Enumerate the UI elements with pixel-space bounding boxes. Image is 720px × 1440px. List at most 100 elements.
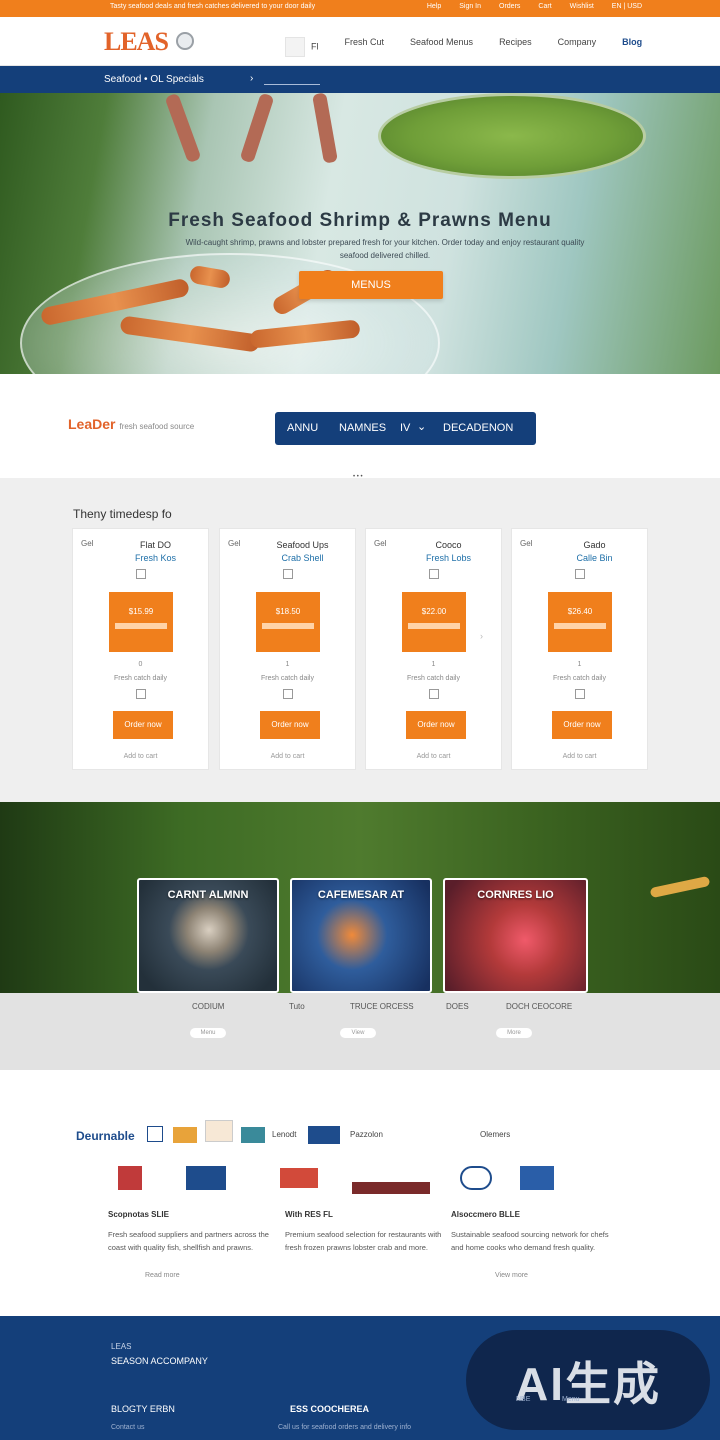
card-checkbox[interactable] <box>575 689 585 699</box>
card-note: 1 <box>431 661 436 668</box>
card-note: Fresh catch daily <box>114 675 167 682</box>
partner-column-body: Premium seafood selection for restaurant… <box>285 1230 442 1252</box>
partners-title: Deurnable <box>76 1129 135 1143</box>
hero-menus-button[interactable]: MENUS <box>299 271 443 299</box>
gallery-pill[interactable]: Menu <box>190 1028 226 1038</box>
card-checkbox[interactable] <box>283 689 293 699</box>
card-checkbox[interactable] <box>429 569 439 579</box>
order-button[interactable]: Order now <box>260 711 320 739</box>
partner-logo-text[interactable]: Olemers <box>480 1130 510 1139</box>
order-button[interactable]: Order now <box>113 711 173 739</box>
nav-search[interactable]: Fl <box>285 37 319 57</box>
nav-item-blog[interactable]: Blog <box>622 37 642 57</box>
gallery-pill[interactable]: View <box>340 1028 376 1038</box>
card-name: Flat DO Fresh Kos <box>73 539 208 565</box>
gallery-tile[interactable]: CARNT ALMNN <box>137 878 279 993</box>
product-card[interactable]: Gel Seafood Ups Crab Shell $18.50 1 Fresh… <box>219 528 356 770</box>
card-checkbox[interactable] <box>575 569 585 579</box>
brand-label: LeaDer fresh seafood source <box>68 416 194 432</box>
watermark-small-text: NBE <box>516 1396 531 1403</box>
card-footer-link[interactable]: Add to cart <box>512 753 647 760</box>
nav-item-seafood-menus[interactable]: Seafood Menus <box>410 37 473 57</box>
partner-logo-text[interactable]: Lenodt <box>272 1130 296 1139</box>
top-link-signin[interactable]: Sign In <box>459 3 481 10</box>
hero-title: Fresh Seafood Shrimp & Prawns Menu <box>168 210 552 231</box>
gallery-tile-title: CORNRES LIO <box>477 889 554 901</box>
gallery-caption: Tuto <box>289 1002 305 1011</box>
hero-bowl-image <box>378 93 646 179</box>
card-checkbox[interactable] <box>283 569 293 579</box>
filter-item-decadenon[interactable]: DECADENON <box>443 422 513 434</box>
partner-logo[interactable] <box>280 1168 318 1188</box>
product-card[interactable]: Gel Gado Calle Bin $26.40 1 Fresh catch d… <box>511 528 648 770</box>
card-price-block: $18.50 <box>256 592 320 652</box>
nav-item-fresh-cut[interactable]: Fresh Cut <box>345 37 385 57</box>
partner-logo[interactable] <box>352 1182 430 1194</box>
partner-logo-text[interactable]: Pazzolon <box>350 1130 383 1139</box>
gallery-tile[interactable]: CAFEMESAR AT <box>290 878 432 993</box>
partner-logo[interactable] <box>118 1166 142 1190</box>
gallery-pill[interactable]: More <box>496 1028 532 1038</box>
card-footer-link[interactable]: Add to cart <box>220 753 355 760</box>
partner-logo[interactable] <box>460 1166 492 1190</box>
filter-item-iv[interactable]: IV <box>400 422 410 434</box>
order-button[interactable]: Order now <box>552 711 612 739</box>
carousel-next-icon[interactable]: › <box>480 631 483 641</box>
footer-link[interactable]: BLOGTY ERBN <box>111 1404 175 1414</box>
card-price-bar <box>408 623 460 629</box>
footer-contact-link[interactable]: Contact us <box>111 1424 144 1431</box>
top-link-cart[interactable]: Cart <box>538 3 551 10</box>
partner-logo[interactable] <box>241 1127 265 1143</box>
card-name-highlight: Crab Shell <box>281 553 324 563</box>
partner-logo[interactable] <box>173 1127 197 1143</box>
logo-badge-icon <box>176 32 194 50</box>
nav-item-recipes[interactable]: Recipes <box>499 37 532 57</box>
partner-logo[interactable] <box>308 1126 340 1144</box>
announcement-bar: Tasty seafood deals and fresh catches de… <box>0 0 720 17</box>
search-box-icon <box>285 37 305 57</box>
chevron-down-icon[interactable]: ⌄ <box>417 420 426 433</box>
filter-item-annu[interactable]: ANNU <box>287 422 318 434</box>
card-price-block: $26.40 <box>548 592 612 652</box>
card-footer-link[interactable]: Add to cart <box>73 753 208 760</box>
card-price-block: $22.00 <box>402 592 466 652</box>
partner-logo[interactable] <box>520 1166 554 1190</box>
card-note: 1 <box>285 661 290 668</box>
order-button[interactable]: Order now <box>406 711 466 739</box>
gallery-caption: DOCH CEOCORE <box>506 1002 573 1011</box>
footer-link[interactable]: ESS COOCHEREA <box>290 1404 369 1414</box>
view-more-link[interactable]: View more <box>495 1272 528 1279</box>
product-card[interactable]: Gel Flat DO Fresh Kos $15.99 0 Fresh catc… <box>72 528 209 770</box>
card-checkbox[interactable] <box>136 689 146 699</box>
partner-logo[interactable] <box>205 1120 233 1142</box>
card-note: 1 <box>577 661 582 668</box>
partner-logo[interactable] <box>186 1166 226 1190</box>
product-card[interactable]: Gel Cooco Fresh Lobs $22.00 1 Fresh catch… <box>365 528 502 770</box>
watermark-text: AI生成 <box>515 1358 661 1410</box>
site-logo[interactable]: LEAS <box>104 27 169 57</box>
gallery-tile[interactable]: CORNRES LIO <box>443 878 588 993</box>
card-name: Cooco Fresh Lobs <box>366 539 501 565</box>
category-breadcrumb[interactable]: Seafood • OL Specials <box>104 74 204 85</box>
card-checkbox[interactable] <box>429 689 439 699</box>
gallery-caption: CODIUM <box>192 1002 225 1011</box>
filter-item-namnes[interactable]: NAMNES <box>339 422 386 434</box>
nav-item-company[interactable]: Company <box>558 37 597 57</box>
card-name-top: Cooco <box>435 540 462 550</box>
read-more-link[interactable]: Read more <box>145 1272 180 1279</box>
card-name-top: Gado <box>583 540 606 550</box>
hero-subtitle: Wild-caught shrimp, prawns and lobster p… <box>185 238 585 260</box>
card-footer-link[interactable]: Add to cart <box>366 753 501 760</box>
card-checkbox[interactable] <box>136 569 146 579</box>
card-name: Gado Calle Bin <box>512 539 647 565</box>
site-footer: LEAS SEASON ACCOMPANY BLOGTY ERBN ESS CO… <box>0 1316 720 1440</box>
top-link-orders[interactable]: Orders <box>499 3 520 10</box>
top-links: Help Sign In Orders Cart Wishlist EN | U… <box>427 3 642 10</box>
card-price: $22.00 <box>421 607 447 616</box>
top-link-help[interactable]: Help <box>427 3 441 10</box>
search-prefix: Fl <box>311 41 319 52</box>
partner-logo[interactable] <box>147 1126 163 1142</box>
gallery-section: CARNT ALMNN CAFEMESAR AT CORNRES LIO COD… <box>0 802 720 1070</box>
language-switch[interactable]: EN | USD <box>612 3 642 10</box>
top-link-wishlist[interactable]: Wishlist <box>570 3 594 10</box>
